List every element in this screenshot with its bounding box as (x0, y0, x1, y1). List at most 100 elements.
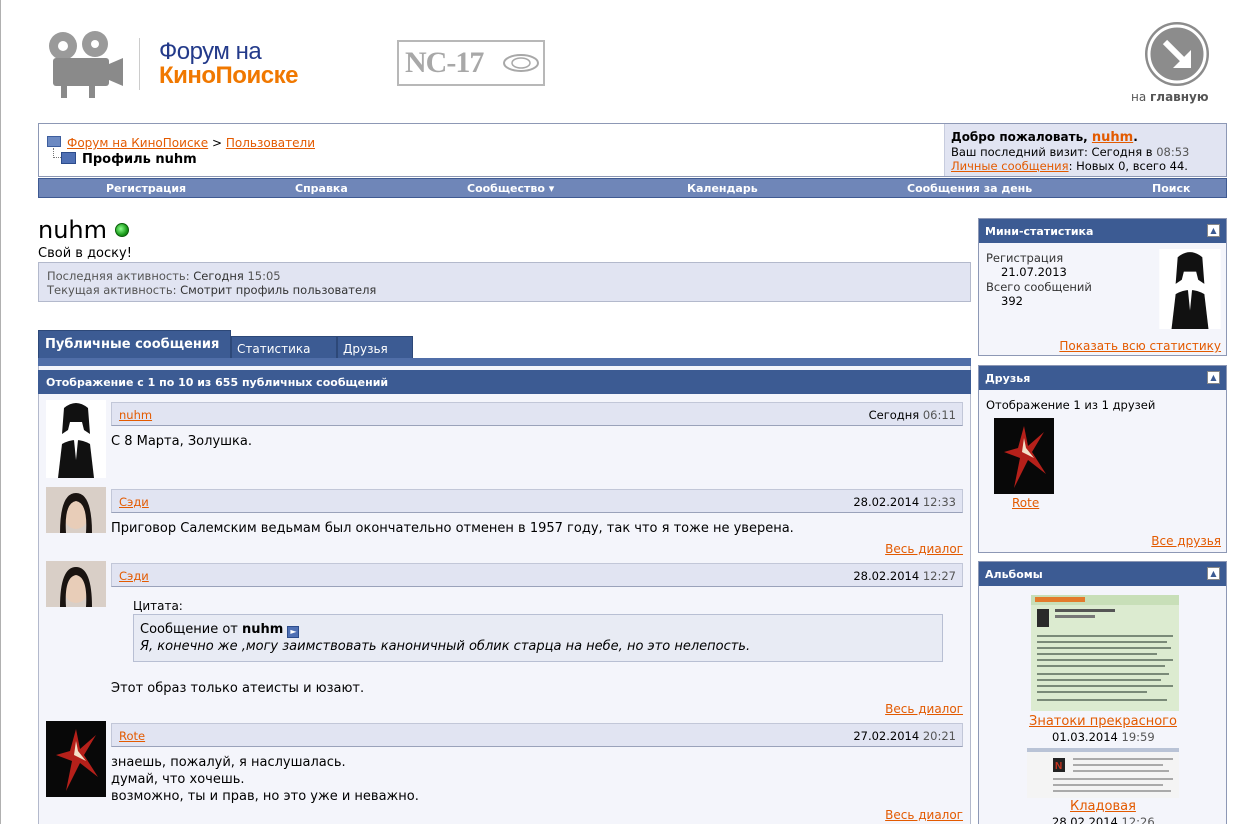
collapse-icon[interactable]: ▲ (1207, 567, 1220, 580)
greeting-text: Добро пожаловать, (951, 130, 1092, 144)
message-header: Rote 27.02.2014 20:21 (111, 723, 963, 747)
welcome-greeting: Добро пожаловать, nuhm. (951, 130, 1220, 145)
view-post-arrow-icon[interactable]: ► (287, 626, 300, 638)
message-author-link[interactable]: nuhm (119, 408, 152, 422)
nav-community[interactable]: Сообщество ▾ (467, 182, 554, 195)
friends-title: Друзья ▲ (979, 366, 1226, 390)
mini-stats-title-text: Мини-статистика (985, 225, 1094, 238)
current-activity-value: Смотрит профиль пользователя (180, 283, 377, 297)
message-item: nuhm Сегодня 06:11 С 8 Марта, Золушка. (39, 400, 970, 488)
nav-search[interactable]: Поиск (1152, 182, 1190, 195)
album-cover-thumbnail[interactable] (1031, 595, 1179, 711)
message-author-link[interactable]: Rote (119, 729, 145, 743)
message-header: Сэди 28.02.2014 12:33 (111, 489, 963, 513)
avatar[interactable] (46, 400, 106, 478)
online-status-icon (115, 223, 129, 237)
message-line: думай, что хочешь. (111, 772, 245, 787)
profile-username: nuhm (38, 216, 108, 244)
album-date-day: 28.02.2014 (1052, 815, 1118, 824)
profile-avatar[interactable] (1159, 249, 1221, 329)
quote-header: Сообщение от nuhm ► (140, 621, 936, 638)
home-label-bold: главную (1150, 90, 1209, 104)
posts-label: Всего сообщений (986, 280, 1092, 294)
breadcrumb: Форум на КиноПоиске > Пользователи Профи… (39, 124, 944, 176)
message-item: Сэди 28.02.2014 12:33 Приговор Салемским… (39, 487, 970, 559)
messages-panel-title: Отображение с 1 по 10 из 655 публичных с… (38, 370, 971, 394)
show-all-stats-link[interactable]: Показать всю статистику (1059, 339, 1221, 353)
album-date-day: 01.03.2014 (1052, 730, 1118, 744)
avatar[interactable] (46, 721, 106, 797)
last-activity-day: Сегодня (193, 269, 244, 283)
nav-help[interactable]: Справка (295, 182, 348, 195)
nav-todays-posts[interactable]: Сообщения за день (907, 182, 1032, 195)
view-dialog-link[interactable]: Весь диалог (885, 702, 963, 716)
friends-count: Отображение 1 из 1 друзей (986, 398, 1156, 412)
age-rating-badge: NC-17 (397, 40, 545, 86)
album-cover-thumbnail[interactable]: N (1027, 748, 1179, 798)
breadcrumb-current: Профиль nuhm (82, 152, 197, 167)
message-date: 28.02.2014 12:33 (853, 495, 956, 509)
private-messages: Личные сообщения: Новых 0, всего 44. (951, 159, 1220, 173)
message-date-time: 12:33 (922, 495, 956, 509)
quote-label: Цитата: (133, 599, 183, 613)
message-date-time: 06:11 (922, 408, 956, 422)
message-text: знаешь, пожалуй, я наслушалась. думай, ч… (111, 754, 419, 805)
last-visit-label: Ваш последний визит: Сегодня в (951, 145, 1157, 159)
message-date: 28.02.2014 12:27 (853, 569, 956, 583)
nav-calendar[interactable]: Календарь (687, 182, 758, 195)
activity-box: Последняя активность: Сегодня 15:05 Теку… (38, 262, 971, 302)
breadcrumb-users-link[interactable]: Пользователи (226, 136, 315, 150)
forum-home-icon[interactable] (47, 136, 61, 147)
avatar[interactable] (46, 561, 106, 607)
message-item: Rote 27.02.2014 20:21 знаешь, пожалуй, я… (39, 721, 970, 824)
logo-title-line2[interactable]: КиноПоиске (159, 62, 298, 90)
collapse-icon[interactable]: ▲ (1207, 371, 1220, 384)
album-date-time: 12:26 (1121, 815, 1155, 824)
message-author-link[interactable]: Сэди (119, 495, 149, 509)
message-date-time: 12:27 (922, 569, 956, 583)
home-label-pre: на (1131, 90, 1151, 104)
film-camera-logo-icon[interactable] (41, 30, 125, 100)
folder-open-icon (61, 152, 76, 164)
home-arrow-icon[interactable] (1145, 22, 1209, 86)
logo-divider (139, 38, 140, 90)
collapse-icon[interactable]: ▲ (1207, 224, 1220, 237)
message-date-day: 28.02.2014 (853, 569, 920, 583)
home-link[interactable]: на главную (1131, 90, 1209, 104)
album-name-link[interactable]: Знатоки прекрасного (1029, 714, 1177, 729)
last-activity: Последняя активность: Сегодня 15:05 (47, 269, 962, 283)
site-header: Форум на КиноПоиске NC-17 на главную (1, 0, 1256, 120)
albums-title-text: Альбомы (985, 568, 1043, 581)
message-line: возможно, ты и прав, но это уже и неважн… (111, 789, 419, 804)
breadcrumb-separator: > (212, 136, 223, 150)
tab-friends[interactable]: Друзья (337, 336, 413, 360)
breadcrumb-forum-link[interactable]: Форум на КиноПоиске (67, 136, 208, 150)
friends-title-text: Друзья (985, 372, 1031, 385)
message-header: nuhm Сегодня 06:11 (111, 402, 963, 426)
message-text: Этот образ только атеисты и юзают. (111, 681, 365, 696)
nav-register[interactable]: Регистрация (106, 182, 186, 195)
message-date-time: 20:21 (922, 729, 956, 743)
avatar[interactable] (46, 487, 106, 533)
friend-avatar[interactable] (993, 418, 1055, 494)
greeting-end: . (1133, 130, 1138, 144)
all-friends-link[interactable]: Все друзья (1151, 534, 1221, 548)
friend-name-link[interactable]: Rote (1012, 496, 1039, 510)
welcome-panel: Добро пожаловать, nuhm. Ваш последний ви… (944, 124, 1226, 176)
message-text: Приговор Салемским ведьмам был окончател… (111, 521, 794, 536)
private-messages-link[interactable]: Личные сообщения (951, 159, 1069, 173)
tab-statistics[interactable]: Статистика (231, 336, 337, 360)
last-activity-label: Последняя активность: (47, 269, 194, 283)
last-visit: Ваш последний визит: Сегодня в 08:53 (951, 145, 1220, 159)
tab-public-messages[interactable]: Публичные сообщения (38, 330, 231, 360)
album-name-link[interactable]: Кладовая (1070, 799, 1136, 814)
message-author-link[interactable]: Сэди (119, 569, 149, 583)
breadcrumb-trail: Форум на КиноПоиске > Пользователи (67, 136, 315, 150)
view-dialog-link[interactable]: Весь диалог (885, 542, 963, 556)
message-text: С 8 Марта, Золушка. (111, 434, 252, 449)
last-visit-time: 08:53 (1156, 145, 1190, 159)
mpaa-seal-icon (503, 54, 539, 72)
welcome-username-link[interactable]: nuhm (1092, 130, 1133, 145)
view-dialog-link[interactable]: Весь диалог (885, 808, 963, 822)
breadcrumb-box: Форум на КиноПоиске > Пользователи Профи… (38, 123, 1227, 177)
